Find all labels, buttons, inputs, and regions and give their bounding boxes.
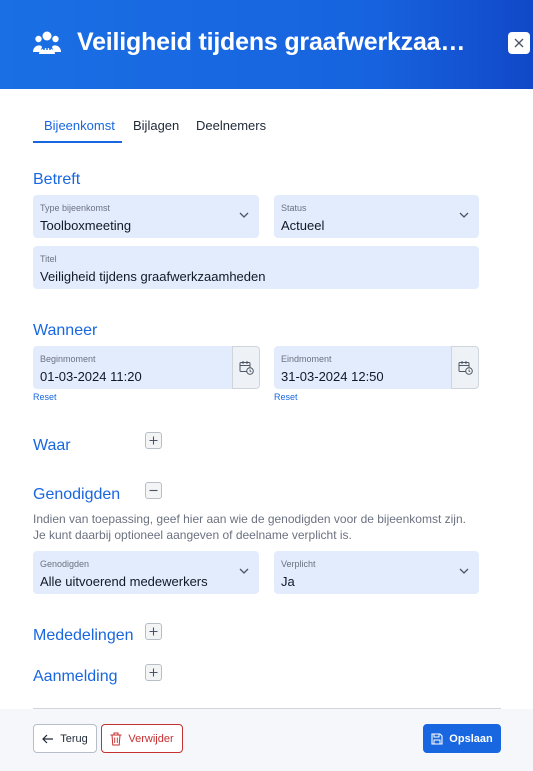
trash-icon [110, 732, 122, 745]
header-bar: Veiligheid tijdens graafwerkzaamheden [0, 0, 533, 89]
tab-bijlagen[interactable]: Bijlagen [133, 118, 179, 133]
section-title-betreft: Betreft [33, 171, 81, 188]
expand-mededelingen-button[interactable] [145, 623, 162, 640]
field-value: Toolboxmeeting [40, 218, 132, 233]
arrow-left-icon [42, 734, 54, 743]
section-title-mededelingen: Mededelingen [33, 627, 134, 644]
field-value: Veiligheid tijdens graafwerkzaamheden [40, 269, 266, 284]
genodigden-select[interactable]: Genodigden Alle uitvoerend medewerkers [33, 551, 259, 594]
section-title-aanmelding: Aanmelding [33, 668, 118, 685]
collapse-genodigden-button[interactable] [145, 482, 162, 499]
eindmoment-input[interactable]: Eindmoment 31-03-2024 12:50 [274, 346, 451, 389]
chevron-down-icon [459, 568, 469, 574]
footer-divider [33, 708, 501, 709]
section-title-waar: Waar [33, 437, 71, 454]
status-select[interactable]: Status Actueel [274, 195, 479, 238]
save-disk-icon [431, 732, 443, 745]
type-bijeenkomst-select[interactable]: Type bijeenkomst Toolboxmeeting [33, 195, 259, 238]
field-label: Genodigden [40, 559, 90, 569]
field-value: Ja [281, 574, 295, 589]
close-button[interactable] [508, 32, 530, 54]
beginmoment-input[interactable]: Beginmoment 01-03-2024 11:20 [33, 346, 232, 389]
chevron-down-icon [239, 568, 249, 574]
expand-waar-button[interactable] [145, 432, 162, 449]
field-label: Titel [40, 254, 57, 264]
back-button-label: Terug [60, 732, 88, 745]
field-value: Actueel [281, 218, 325, 233]
tab-deelnemers[interactable]: Deelnemers [196, 118, 266, 133]
field-value: 01-03-2024 11:20 [40, 369, 142, 384]
save-button[interactable]: Opslaan [423, 724, 501, 753]
field-value: Alle uitvoerend medewerkers [40, 574, 208, 589]
expand-aanmelding-button[interactable] [145, 664, 162, 681]
field-label: Eindmoment [281, 354, 332, 364]
back-button[interactable]: Terug [33, 724, 97, 753]
minus-icon [149, 489, 158, 492]
field-label: Beginmoment [40, 354, 96, 364]
calendar-clock-icon [239, 361, 254, 375]
tab-bijeenkomst[interactable]: Bijeenkomst [44, 118, 115, 133]
field-value: 31-03-2024 12:50 [281, 369, 384, 384]
calendar-clock-icon [458, 361, 473, 375]
titel-input[interactable]: Titel Veiligheid tijdens graafwerkzaamhe… [33, 246, 479, 289]
delete-button-label: Verwijder [128, 732, 174, 745]
chevron-down-icon [459, 212, 469, 218]
verplicht-select[interactable]: Verplicht Ja [274, 551, 479, 594]
genodigden-help-text: Indien van toepassing, geef hier aan wie… [33, 512, 466, 526]
section-title-genodigden: Genodigden [33, 486, 121, 503]
eindmoment-calendar-button[interactable] [451, 346, 479, 389]
reset-eindmoment-link[interactable]: Reset [274, 392, 298, 402]
beginmoment-calendar-button[interactable] [232, 346, 260, 389]
genodigden-help-text: Je kunt daarbij optioneel aangeven of de… [33, 528, 352, 542]
field-label: Verplicht [281, 559, 316, 569]
delete-button[interactable]: Verwijder [101, 724, 183, 753]
plus-icon [149, 436, 158, 445]
tab-bar: Bijeenkomst Bijlagen Deelnemers [33, 111, 501, 143]
page-title: Veiligheid tijdens graafwerkzaamheden [77, 28, 487, 56]
plus-icon [149, 627, 158, 636]
group-people-icon [33, 31, 61, 54]
chevron-down-icon [239, 212, 249, 218]
field-label: Type bijeenkomst [40, 203, 111, 213]
section-title-wanneer: Wanneer [33, 322, 98, 339]
save-button-label: Opslaan [449, 732, 493, 745]
active-tab-indicator [33, 141, 122, 143]
close-icon [514, 38, 524, 48]
plus-icon [149, 668, 158, 677]
field-label: Status [281, 203, 307, 213]
reset-beginmoment-link[interactable]: Reset [33, 392, 57, 402]
